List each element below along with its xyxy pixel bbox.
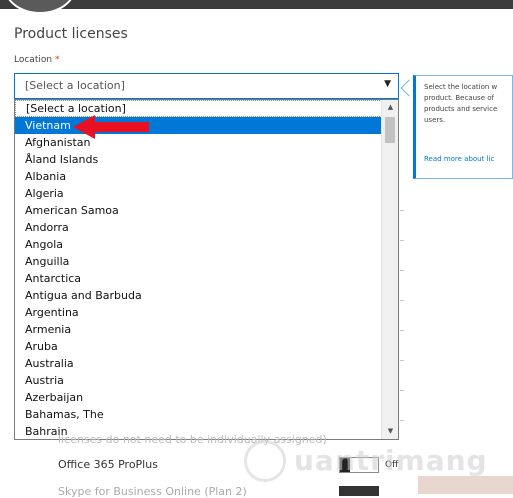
help-line: product. Because of	[424, 94, 494, 102]
dropdown-option[interactable]: Åland Islands	[15, 151, 382, 168]
help-panel: Select the location w product. Because o…	[413, 75, 513, 179]
help-line: Select the location w	[424, 83, 498, 91]
dropdown-options: [Select a location] Vietnam Afghanistan …	[15, 100, 382, 439]
dropdown-option[interactable]: Aruba	[15, 338, 382, 355]
dropdown-option[interactable]: Azerbaijan	[15, 389, 382, 406]
read-more-link[interactable]: Read more about lic	[424, 154, 494, 165]
location-select[interactable]: [Select a location] ▼	[14, 73, 399, 99]
dropdown-option[interactable]: American Samoa	[15, 202, 382, 219]
location-label: Location *	[14, 55, 59, 65]
dropdown-option[interactable]: Andorra	[15, 219, 382, 236]
watermark-text: uantrimang	[294, 444, 488, 477]
dropdown-option[interactable]: Bahamas, The	[15, 406, 382, 423]
license-toggle-2[interactable]	[339, 486, 379, 496]
help-line: users.	[424, 116, 446, 124]
red-arrow-annotation	[73, 115, 149, 139]
dropdown-option-placeholder[interactable]: [Select a location]	[15, 100, 382, 117]
dropdown-option[interactable]: Algeria	[15, 185, 382, 202]
product-name-office: Office 365 ProPlus	[58, 458, 158, 471]
dropdown-option[interactable]: Argentina	[15, 304, 382, 321]
location-dropdown-list[interactable]: [Select a location] Vietnam Afghanistan …	[14, 99, 399, 440]
top-bar	[0, 0, 513, 9]
dropdown-option[interactable]: Australia	[15, 355, 382, 372]
scroll-up-icon[interactable]: ▲	[382, 100, 398, 115]
help-line: products and service	[424, 105, 498, 113]
scroll-down-icon[interactable]: ▼	[382, 424, 398, 439]
location-select-value: [Select a location]	[25, 79, 125, 92]
watermark: uantrimang	[244, 440, 487, 486]
dropdown-option[interactable]: Albania	[15, 168, 382, 185]
location-label-text: Location	[14, 55, 53, 65]
dropdown-option-vietnam[interactable]: Vietnam	[15, 117, 382, 134]
required-mark: *	[54, 55, 60, 65]
product-name-skype: Skype for Business Online (Plan 2)	[58, 485, 247, 498]
dropdown-option[interactable]: Afghanistan	[15, 134, 382, 151]
dropdown-option[interactable]: Anguilla	[15, 253, 382, 270]
chevron-down-icon[interactable]: ▼	[384, 79, 391, 89]
watermark-logo-icon	[244, 440, 286, 482]
dropdown-option[interactable]: Austria	[15, 372, 382, 389]
page-title: Product licenses	[14, 26, 128, 42]
dropdown-option[interactable]: Angola	[15, 236, 382, 253]
dropdown-option[interactable]: Armenia	[15, 321, 382, 338]
background-ticks	[400, 180, 406, 430]
dropdown-scrollbar[interactable]: ▲ ▼	[381, 100, 398, 439]
dropdown-option[interactable]: Antarctica	[15, 270, 382, 287]
dropdown-option[interactable]: Antigua and Barbuda	[15, 287, 382, 304]
scrollbar-thumb[interactable]	[385, 117, 395, 143]
